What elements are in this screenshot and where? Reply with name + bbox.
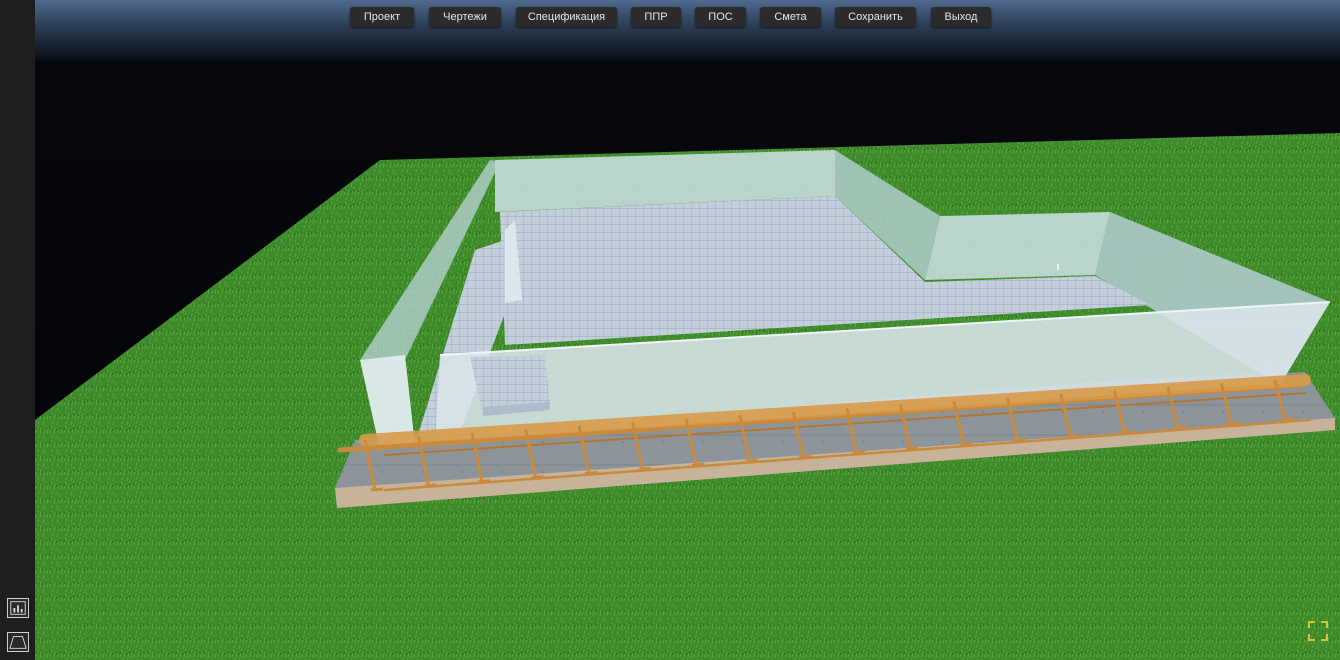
3d-viewport[interactable]: Проект Чертежи Спецификация ППР ПОС Смет… xyxy=(35,0,1340,660)
menu-exit-button[interactable]: Выход xyxy=(931,7,991,27)
bar-chart-button[interactable] xyxy=(7,598,29,618)
rebar-tie-foot xyxy=(959,442,972,447)
rebar-tie-foot xyxy=(424,483,437,488)
menu-specification-button[interactable]: Спецификация xyxy=(516,7,617,27)
perspective-view-icon xyxy=(9,636,27,649)
menu-save-button[interactable]: Сохранить xyxy=(835,7,916,27)
rebar-tie-foot xyxy=(584,471,598,476)
rebar-tie-foot xyxy=(1173,425,1187,430)
fullscreen-icon xyxy=(1308,621,1328,641)
rebar-tie-foot xyxy=(745,458,758,463)
top-menu-bar: Проект Чертежи Спецификация ППР ПОС Смет… xyxy=(35,7,1340,29)
bar-chart-icon xyxy=(10,601,26,615)
rebar-tie-foot xyxy=(1066,433,1080,438)
rebar-tie-foot xyxy=(692,462,705,467)
rebar-tie-foot xyxy=(370,487,384,492)
rebar-tie-foot xyxy=(1280,417,1294,422)
rebar-tie-foot xyxy=(799,454,812,459)
rebar-tie-foot xyxy=(477,479,491,484)
app-window: Проект Чертежи Спецификация ППР ПОС Смет… xyxy=(0,0,1340,660)
menu-project-button[interactable]: Проект xyxy=(350,7,414,27)
rebar-tie-foot xyxy=(638,466,651,471)
rebar-tie-foot xyxy=(1013,438,1026,443)
rebar-tie-foot xyxy=(1120,429,1133,434)
menu-estimate-button[interactable]: Смета xyxy=(760,7,821,27)
rebar-tie-foot xyxy=(906,446,919,451)
perspective-view-button[interactable] xyxy=(7,632,29,652)
fullscreen-button[interactable] xyxy=(1308,621,1328,641)
menu-ppr-button[interactable]: ППР xyxy=(631,7,681,27)
left-toolbar xyxy=(0,0,35,660)
rebar-tie-foot xyxy=(852,450,865,455)
menu-drawings-button[interactable]: Чертежи xyxy=(429,7,501,27)
3d-scene[interactable] xyxy=(35,0,1340,660)
marker xyxy=(1057,264,1059,270)
rebar-tie-foot xyxy=(1227,421,1240,426)
annex-back-wall xyxy=(925,212,1110,280)
rebar-tie-foot xyxy=(531,475,544,480)
menu-pos-button[interactable]: ПОС xyxy=(695,7,746,27)
